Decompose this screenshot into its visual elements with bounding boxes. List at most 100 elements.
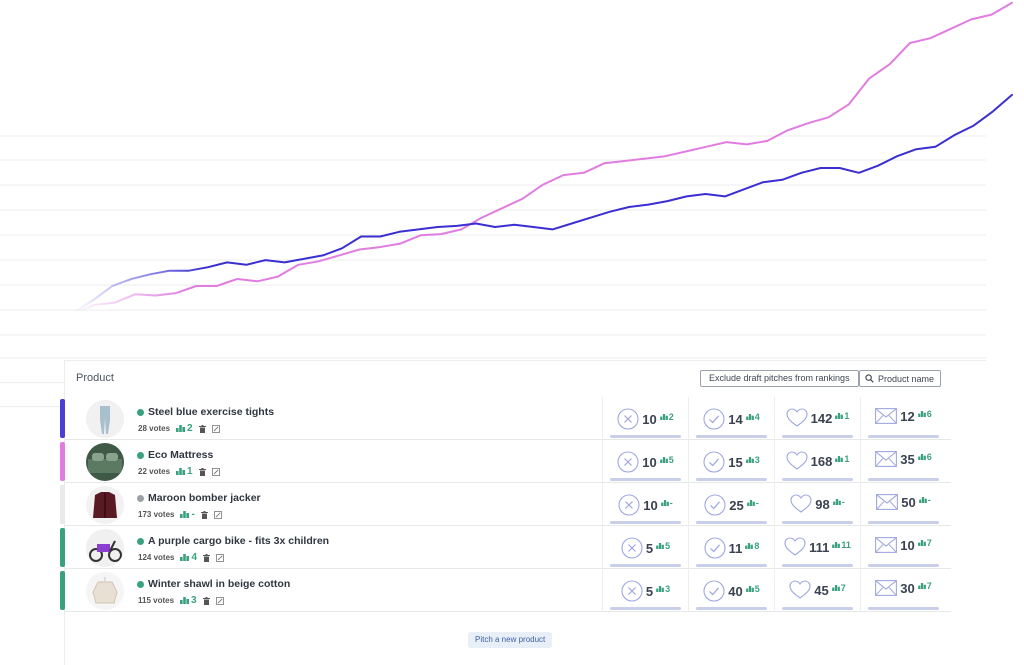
podium-icon (656, 585, 664, 592)
metric-delta: 1 (835, 454, 849, 464)
metric-m4[interactable]: 50- (860, 483, 946, 526)
envelope-icon (875, 580, 898, 596)
metric-bar (696, 521, 767, 524)
status-dot (137, 495, 144, 502)
product-row[interactable]: Winter shawl in beige cotton 115 votes 3… (60, 569, 951, 612)
vote-count: 124 votes (138, 553, 175, 562)
metric-bar (868, 521, 939, 524)
metric-delta: - (660, 497, 673, 508)
trash-icon[interactable] (203, 553, 211, 562)
trash-icon[interactable] (202, 596, 210, 605)
product-row[interactable]: A purple cargo bike - fits 3x children 1… (60, 526, 951, 569)
metric-m3[interactable]: 45 7 (774, 569, 860, 612)
check-circle-icon (703, 451, 725, 473)
heart-icon (790, 494, 812, 514)
product-meta: 124 votes 4 (138, 552, 224, 563)
podium-icon (659, 456, 668, 463)
product-panel: Product Exclude draft pitches from ranki… (60, 360, 986, 665)
metric-bar (782, 478, 853, 481)
trash-icon[interactable] (198, 467, 206, 476)
product-name[interactable]: Maroon bomber jacker (148, 492, 261, 504)
exclude-drafts-button[interactable]: Exclude draft pitches from rankings (700, 370, 859, 387)
metric-value: 111 (809, 539, 830, 555)
row-accent (60, 485, 65, 524)
metric-content: 10 2 (603, 408, 688, 430)
metric-m2[interactable]: 40 5 (688, 569, 774, 612)
product-name[interactable]: Winter shawl in beige cotton (148, 578, 290, 590)
metric-m3[interactable]: 168 1 (774, 440, 860, 483)
metric-content: 168 1 (775, 451, 860, 471)
metric-bar (782, 607, 853, 610)
metric-m3[interactable]: 111 11 (774, 526, 860, 569)
product-name[interactable]: Eco Mattress (148, 449, 213, 461)
product-row[interactable]: Eco Mattress 22 votes 1 10 5 15 3 168 1 35 6 (60, 440, 951, 483)
metric-m2[interactable]: 25- (688, 483, 774, 526)
rank-value: 4 (191, 552, 198, 563)
metric-value: 5 (645, 540, 654, 556)
product-thumbnail (86, 486, 124, 524)
metric-m4[interactable]: 35 6 (860, 440, 946, 483)
metric-m2[interactable]: 14 4 (688, 397, 774, 440)
metric-content: 25- (689, 494, 774, 516)
metric-m3[interactable]: 98- (774, 483, 860, 526)
product-search[interactable] (859, 370, 941, 387)
metric-m1[interactable]: 10 2 (602, 397, 688, 440)
edit-icon[interactable] (213, 510, 222, 519)
vote-count: 115 votes (138, 596, 175, 605)
podium-icon (917, 453, 926, 460)
metric-bar (868, 435, 939, 438)
product-row[interactable]: Maroon bomber jacker 173 votes - 10-25-9… (60, 483, 951, 526)
metric-content: 50- (861, 494, 946, 510)
search-input[interactable] (878, 373, 940, 384)
metric-m1[interactable]: 55 (602, 526, 688, 569)
metric-value: 98 (815, 496, 830, 512)
metric-content: 14 4 (689, 408, 774, 430)
metric-content: 53 (603, 580, 688, 602)
chart-series (73, 1, 1013, 313)
podium-icon (660, 499, 669, 506)
metric-content: 11 8 (689, 537, 774, 559)
metric-bar (610, 478, 681, 481)
metric-delta-value: 5 (668, 454, 674, 465)
metric-bar (868, 564, 939, 567)
metric-delta-value: - (927, 494, 931, 505)
metric-m4[interactable]: 10 7 (860, 526, 946, 569)
metric-m1[interactable]: 10 5 (602, 440, 688, 483)
product-thumbnail (86, 572, 124, 610)
product-name[interactable]: Steel blue exercise tights (148, 406, 274, 418)
metric-bar (868, 607, 939, 610)
podium-icon (656, 542, 664, 549)
product-name[interactable]: A purple cargo bike - fits 3x children (148, 535, 329, 547)
podium-icon (917, 582, 926, 589)
envelope-icon (875, 451, 898, 467)
search-icon (865, 374, 874, 383)
metric-m3[interactable]: 142 1 (774, 397, 860, 440)
edit-icon[interactable] (211, 424, 220, 433)
metric-delta: 8 (745, 541, 759, 551)
vote-count: 173 votes (138, 510, 175, 519)
x-circle-icon (617, 451, 639, 473)
rank-badge: - (180, 509, 195, 520)
pitch-new-product-button[interactable]: Pitch a new product (468, 632, 553, 648)
edit-icon[interactable] (211, 467, 220, 476)
metric-delta: 5 (745, 584, 760, 594)
podium-icon (746, 499, 755, 506)
metric-m4[interactable]: 12 6 (860, 397, 946, 440)
metric-bar (696, 607, 767, 610)
metric-m1[interactable]: 53 (602, 569, 688, 612)
edit-icon[interactable] (216, 553, 224, 562)
metric-delta-value: 2 (668, 411, 674, 422)
metric-m2[interactable]: 15 3 (688, 440, 774, 483)
trash-icon[interactable] (200, 510, 208, 519)
metric-value: 5 (645, 583, 654, 599)
envelope-icon (875, 408, 898, 424)
metric-m1[interactable]: 10- (602, 483, 688, 526)
metric-m4[interactable]: 30 7 (860, 569, 946, 612)
trash-icon[interactable] (198, 424, 206, 433)
edit-icon[interactable] (215, 596, 224, 605)
product-row[interactable]: Steel blue exercise tights 28 votes 2 10… (60, 397, 951, 440)
metric-m2[interactable]: 11 8 (688, 526, 774, 569)
metric-delta-value: - (669, 497, 673, 508)
podium-icon (745, 456, 754, 463)
metric-value: 10 (900, 537, 915, 553)
